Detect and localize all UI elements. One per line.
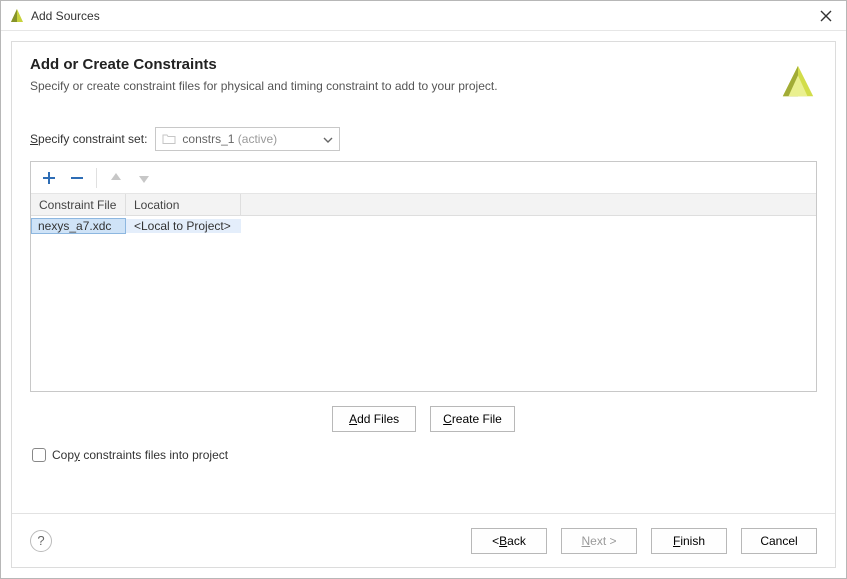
help-button[interactable]: ? bbox=[30, 530, 52, 552]
copy-files-checkbox[interactable] bbox=[32, 448, 46, 462]
table-body: nexys_a7.xdc <Local to Project> bbox=[31, 216, 816, 391]
create-file-button[interactable]: Create File bbox=[430, 406, 515, 432]
table-header: Constraint File Location bbox=[31, 194, 816, 216]
next-button: Next > bbox=[561, 528, 637, 554]
close-icon[interactable] bbox=[814, 4, 838, 28]
constraint-set-value: constrs_1 (active) bbox=[182, 132, 323, 146]
column-location[interactable]: Location bbox=[126, 194, 241, 215]
copy-files-label: Copy constraints files into project bbox=[52, 448, 228, 462]
dialog-window: Add Sources Add or Create Constraints Sp… bbox=[0, 0, 847, 579]
move-down-button[interactable] bbox=[132, 166, 156, 190]
file-list-toolbar bbox=[31, 162, 816, 194]
constraint-set-row: Specify constraint set: constrs_1 (activ… bbox=[30, 127, 817, 151]
cancel-button[interactable]: Cancel bbox=[741, 528, 817, 554]
titlebar: Add Sources bbox=[1, 1, 846, 31]
file-list-panel: Constraint File Location nexys_a7.xdc <L… bbox=[30, 161, 817, 392]
add-file-button[interactable] bbox=[37, 166, 61, 190]
cell-file: nexys_a7.xdc bbox=[31, 218, 126, 234]
page-title: Add or Create Constraints bbox=[30, 56, 817, 73]
move-up-button[interactable] bbox=[104, 166, 128, 190]
constraint-set-dropdown[interactable]: constrs_1 (active) bbox=[155, 127, 340, 151]
back-button[interactable]: < Back bbox=[471, 528, 547, 554]
constraint-set-label: Specify constraint set: bbox=[30, 132, 147, 146]
body-area: Specify constraint set: constrs_1 (activ… bbox=[12, 103, 835, 462]
chevron-down-icon bbox=[323, 134, 333, 144]
footer-bar: ? < Back Next > Finish Cancel bbox=[12, 513, 835, 567]
header-area: Add or Create Constraints Specify or cre… bbox=[12, 42, 835, 103]
cell-location: <Local to Project> bbox=[126, 219, 241, 233]
folder-icon bbox=[162, 132, 176, 146]
table-row[interactable]: nexys_a7.xdc <Local to Project> bbox=[31, 216, 816, 236]
vivado-logo-icon bbox=[779, 64, 817, 102]
remove-file-button[interactable] bbox=[65, 166, 89, 190]
mid-button-row: Add Files Create File bbox=[30, 406, 817, 432]
finish-button[interactable]: Finish bbox=[651, 528, 727, 554]
column-constraint-file[interactable]: Constraint File bbox=[31, 194, 126, 215]
toolbar-separator bbox=[96, 168, 97, 188]
copy-files-row: Copy constraints files into project bbox=[32, 448, 817, 462]
add-files-button[interactable]: Add Files bbox=[332, 406, 416, 432]
app-logo-icon bbox=[9, 8, 25, 24]
page-description: Specify or create constraint files for p… bbox=[30, 79, 817, 93]
window-title: Add Sources bbox=[31, 9, 814, 23]
dialog-content: Add or Create Constraints Specify or cre… bbox=[11, 41, 836, 568]
